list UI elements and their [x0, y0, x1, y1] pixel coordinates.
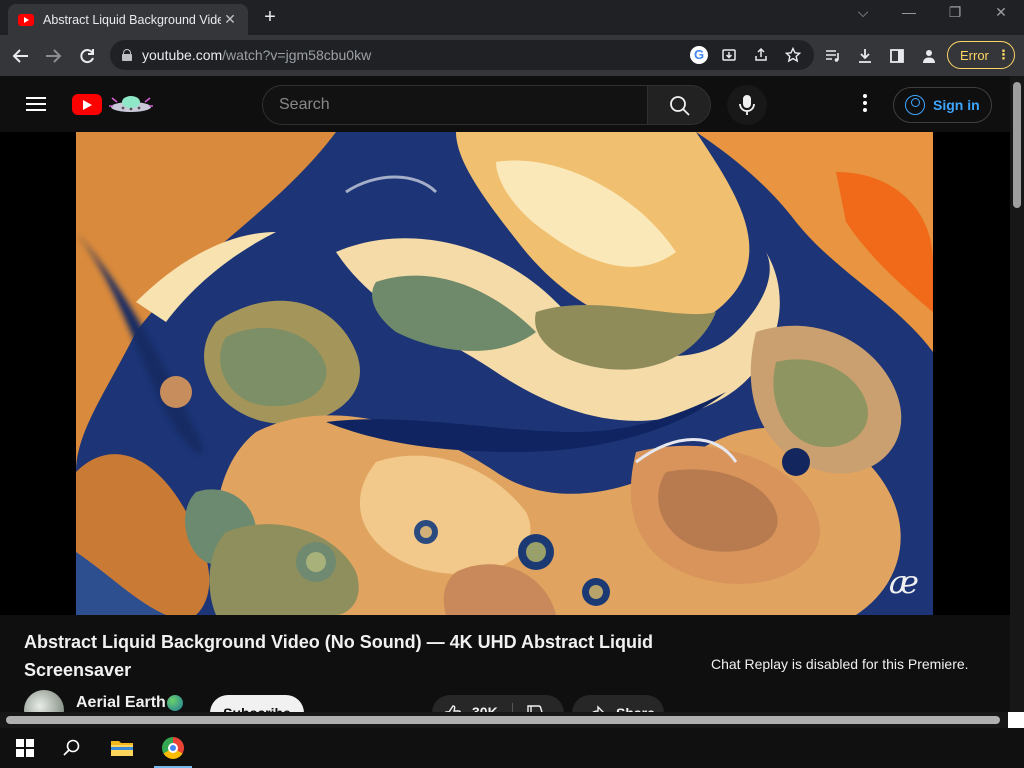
- profile-icon[interactable]: [916, 43, 942, 69]
- ufo-doodle-icon[interactable]: [106, 90, 156, 116]
- reload-icon: [80, 49, 94, 64]
- google-lens-icon[interactable]: G: [690, 46, 708, 64]
- search-input[interactable]: Search: [262, 85, 648, 125]
- abstract-liquid-video-image: [76, 132, 933, 615]
- video-frame[interactable]: æ: [76, 132, 933, 615]
- settings-menu-icon[interactable]: [858, 94, 872, 114]
- back-arrow-icon: [12, 49, 28, 63]
- sign-in-label: Sign in: [933, 97, 980, 113]
- search-icon: [670, 96, 690, 116]
- youtube-page: Search Sign in æ Abstract Liquid Backgro…: [0, 76, 1024, 728]
- youtube-logo-icon[interactable]: [72, 94, 102, 115]
- side-panel-icon[interactable]: [884, 43, 910, 69]
- install-app-icon[interactable]: [718, 44, 740, 66]
- folder-icon: [111, 741, 133, 756]
- url-host: youtube.com: [142, 47, 223, 63]
- browser-tab[interactable]: Abstract Liquid Background Video (No Sou…: [8, 4, 248, 35]
- downloads-icon[interactable]: [852, 43, 878, 69]
- forward-button[interactable]: [40, 43, 66, 69]
- restore-button[interactable]: ❐: [932, 4, 978, 21]
- search-button[interactable]: [647, 85, 711, 125]
- browser-toolbar: youtube.com/watch?v=jgm58cbu0kw G Error …: [0, 35, 1024, 76]
- file-explorer-button[interactable]: [100, 728, 144, 768]
- forward-arrow-icon: [46, 49, 62, 63]
- channel-watermark[interactable]: æ: [889, 563, 919, 601]
- chrome-menu-icon: ⋮: [996, 47, 1010, 62]
- horizontal-scroll-thumb[interactable]: [6, 716, 1000, 724]
- start-button[interactable]: [2, 728, 46, 768]
- channel-name[interactable]: Aerial Earth: [76, 694, 166, 712]
- new-tab-button[interactable]: +: [258, 6, 282, 29]
- omnibox-actions: G: [690, 44, 804, 66]
- guide-menu-icon[interactable]: [26, 97, 46, 111]
- account-icon: [905, 95, 925, 115]
- tab-title: Abstract Liquid Background Video (No Sou…: [43, 12, 221, 27]
- share-page-icon[interactable]: [750, 44, 772, 66]
- tab-close-button[interactable]: ✕: [222, 11, 238, 28]
- address-bar[interactable]: youtube.com/watch?v=jgm58cbu0kw G: [110, 40, 814, 70]
- chrome-taskbar-button[interactable]: [151, 728, 195, 768]
- vertical-scrollbar[interactable]: [1010, 76, 1024, 728]
- scrollbar-corner: [1008, 712, 1024, 728]
- youtube-favicon-icon: [18, 13, 34, 26]
- browser-tab-strip: Abstract Liquid Background Video (No Sou…: [0, 0, 1024, 35]
- lock-icon[interactable]: [122, 49, 132, 61]
- close-window-button[interactable]: ✕: [978, 4, 1024, 21]
- video-title: Abstract Liquid Background Video (No Sou…: [24, 632, 654, 680]
- windows-logo-icon: [16, 739, 34, 757]
- chat-replay-message: Chat Replay is disabled for this Premier…: [711, 656, 969, 672]
- voice-search-button[interactable]: [727, 85, 767, 125]
- windows-taskbar: [0, 728, 1024, 768]
- bookmark-star-icon[interactable]: [782, 44, 804, 66]
- back-button[interactable]: [8, 43, 34, 69]
- youtube-header: Search Sign in: [0, 76, 1010, 132]
- video-player[interactable]: æ: [0, 132, 1010, 615]
- error-label: Error: [960, 47, 989, 63]
- tab-search-button[interactable]: ⌵: [840, 4, 886, 21]
- taskbar-search-icon: [63, 739, 80, 756]
- taskbar-search-button[interactable]: [50, 728, 94, 768]
- media-queue-icon[interactable]: [820, 43, 846, 69]
- reload-button[interactable]: [74, 43, 100, 69]
- horizontal-scrollbar[interactable]: [0, 712, 1010, 728]
- error-button[interactable]: Error ⋮: [947, 41, 1015, 69]
- chrome-icon: [162, 737, 184, 759]
- minimize-button[interactable]: —: [886, 4, 932, 20]
- globe-icon: [167, 695, 183, 711]
- sign-in-button[interactable]: Sign in: [893, 87, 992, 123]
- vertical-scroll-thumb[interactable]: [1013, 82, 1021, 208]
- microphone-icon: [739, 95, 755, 115]
- url-path: /watch?v=jgm58cbu0kw: [222, 47, 372, 63]
